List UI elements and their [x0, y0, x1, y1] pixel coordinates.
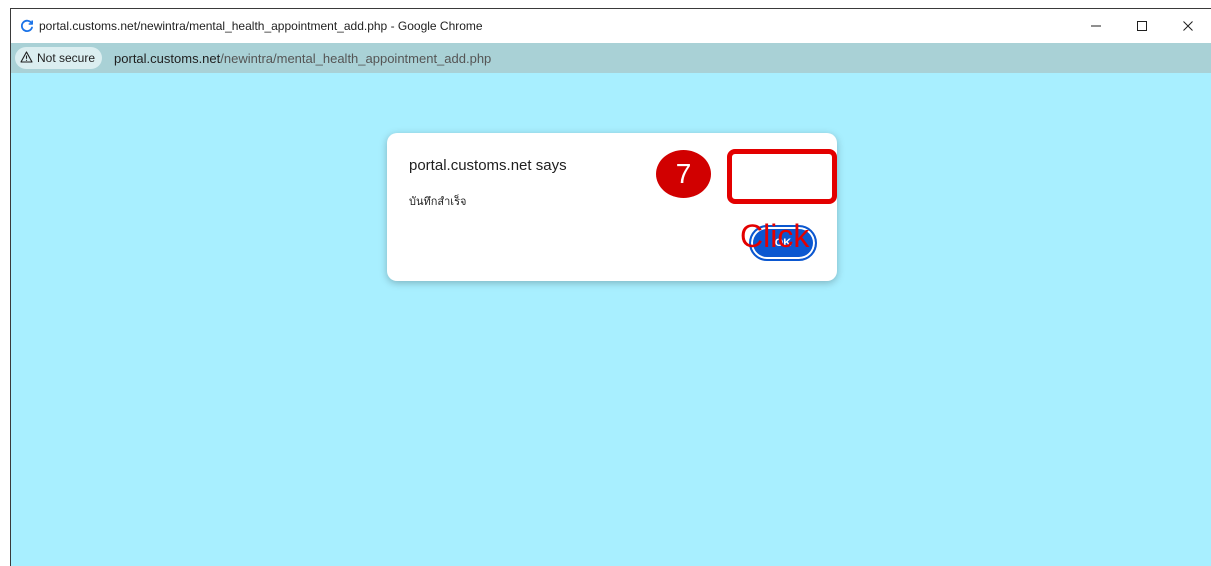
security-chip[interactable]: Not secure — [15, 47, 103, 69]
window-title: portal.customs.net/newintra/mental_healt… — [39, 19, 483, 33]
window-controls — [1073, 9, 1211, 43]
close-icon[interactable] — [1165, 9, 1211, 43]
dialog-message: บันทึกสำเร็จ — [409, 196, 467, 208]
security-label: Not secure — [37, 51, 96, 65]
minimize-icon[interactable] — [1073, 9, 1119, 43]
reload-icon[interactable] — [17, 16, 37, 36]
address-bar[interactable]: Not secure portal.customs.net/newintra/m… — [11, 43, 1211, 73]
url-path: /newintra/mental_health_appointment_add.… — [220, 50, 492, 66]
dialog-title: portal.customs.net says — [409, 157, 567, 174]
url-field[interactable]: portal.customs.net/newintra/mental_healt… — [114, 51, 491, 66]
page-viewport: portal.customs.net says บันทึกสำเร็จ OK — [11, 73, 1211, 566]
highlight-box — [727, 149, 837, 204]
step-badge: 7 — [656, 150, 711, 198]
browser-window: portal.customs.net/newintra/mental_healt… — [10, 8, 1211, 566]
url-host: portal.customs.net — [114, 50, 221, 66]
title-bar: portal.customs.net/newintra/mental_healt… — [11, 9, 1211, 43]
maximize-icon[interactable] — [1119, 9, 1165, 43]
click-label: Click — [740, 218, 810, 254]
warning-triangle-icon — [20, 50, 33, 66]
